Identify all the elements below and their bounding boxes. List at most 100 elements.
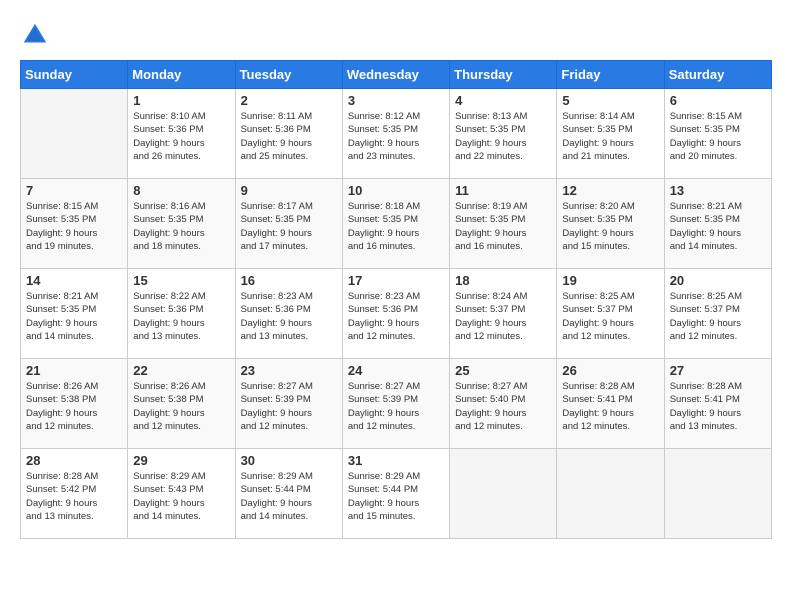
calendar-cell: 26 Sunrise: 8:28 AM Sunset: 5:41 PM Dayli… [557,359,664,449]
day-number: 25 [455,363,551,378]
calendar-cell: 24 Sunrise: 8:27 AM Sunset: 5:39 PM Dayli… [342,359,449,449]
calendar-cell: 25 Sunrise: 8:27 AM Sunset: 5:40 PM Dayli… [450,359,557,449]
day-number: 16 [241,273,337,288]
day-number: 7 [26,183,122,198]
day-info: Sunrise: 8:25 AM Sunset: 5:37 PM Dayligh… [562,290,658,343]
day-info: Sunrise: 8:18 AM Sunset: 5:35 PM Dayligh… [348,200,444,253]
day-number: 14 [26,273,122,288]
day-info: Sunrise: 8:22 AM Sunset: 5:36 PM Dayligh… [133,290,229,343]
day-info: Sunrise: 8:28 AM Sunset: 5:41 PM Dayligh… [562,380,658,433]
day-number: 12 [562,183,658,198]
day-info: Sunrise: 8:15 AM Sunset: 5:35 PM Dayligh… [26,200,122,253]
day-info: Sunrise: 8:27 AM Sunset: 5:39 PM Dayligh… [241,380,337,433]
calendar-week-row: 7 Sunrise: 8:15 AM Sunset: 5:35 PM Daylig… [21,179,772,269]
calendar-cell: 21 Sunrise: 8:26 AM Sunset: 5:38 PM Dayli… [21,359,128,449]
calendar: SundayMondayTuesdayWednesdayThursdayFrid… [20,60,772,539]
day-number: 23 [241,363,337,378]
calendar-cell: 7 Sunrise: 8:15 AM Sunset: 5:35 PM Daylig… [21,179,128,269]
day-info: Sunrise: 8:25 AM Sunset: 5:37 PM Dayligh… [670,290,766,343]
calendar-cell [557,449,664,539]
calendar-cell: 30 Sunrise: 8:29 AM Sunset: 5:44 PM Dayli… [235,449,342,539]
weekday-header: Wednesday [342,61,449,89]
day-info: Sunrise: 8:26 AM Sunset: 5:38 PM Dayligh… [133,380,229,433]
calendar-cell: 31 Sunrise: 8:29 AM Sunset: 5:44 PM Dayli… [342,449,449,539]
day-number: 17 [348,273,444,288]
day-info: Sunrise: 8:13 AM Sunset: 5:35 PM Dayligh… [455,110,551,163]
day-number: 24 [348,363,444,378]
calendar-cell [21,89,128,179]
day-number: 22 [133,363,229,378]
day-info: Sunrise: 8:29 AM Sunset: 5:44 PM Dayligh… [241,470,337,523]
calendar-week-row: 1 Sunrise: 8:10 AM Sunset: 5:36 PM Daylig… [21,89,772,179]
calendar-cell: 10 Sunrise: 8:18 AM Sunset: 5:35 PM Dayli… [342,179,449,269]
day-info: Sunrise: 8:24 AM Sunset: 5:37 PM Dayligh… [455,290,551,343]
calendar-cell: 20 Sunrise: 8:25 AM Sunset: 5:37 PM Dayli… [664,269,771,359]
day-number: 5 [562,93,658,108]
calendar-cell: 17 Sunrise: 8:23 AM Sunset: 5:36 PM Dayli… [342,269,449,359]
weekday-header: Thursday [450,61,557,89]
weekday-header: Sunday [21,61,128,89]
calendar-cell: 27 Sunrise: 8:28 AM Sunset: 5:41 PM Dayli… [664,359,771,449]
day-number: 30 [241,453,337,468]
day-info: Sunrise: 8:29 AM Sunset: 5:43 PM Dayligh… [133,470,229,523]
day-info: Sunrise: 8:12 AM Sunset: 5:35 PM Dayligh… [348,110,444,163]
day-info: Sunrise: 8:23 AM Sunset: 5:36 PM Dayligh… [241,290,337,343]
day-info: Sunrise: 8:17 AM Sunset: 5:35 PM Dayligh… [241,200,337,253]
day-info: Sunrise: 8:27 AM Sunset: 5:39 PM Dayligh… [348,380,444,433]
calendar-cell: 28Sunrise: 8:28 AM Sunset: 5:42 PM Dayli… [21,449,128,539]
weekday-header: Friday [557,61,664,89]
calendar-cell: 23 Sunrise: 8:27 AM Sunset: 5:39 PM Dayli… [235,359,342,449]
day-number: 26 [562,363,658,378]
day-number: 9 [241,183,337,198]
calendar-cell: 11Sunrise: 8:19 AM Sunset: 5:35 PM Dayli… [450,179,557,269]
day-number: 21 [26,363,122,378]
day-info: Sunrise: 8:20 AM Sunset: 5:35 PM Dayligh… [562,200,658,253]
day-number: 1 [133,93,229,108]
calendar-cell: 8Sunrise: 8:16 AM Sunset: 5:35 PM Daylig… [128,179,235,269]
day-info: Sunrise: 8:26 AM Sunset: 5:38 PM Dayligh… [26,380,122,433]
calendar-cell: 22 Sunrise: 8:26 AM Sunset: 5:38 PM Dayli… [128,359,235,449]
calendar-cell: 18 Sunrise: 8:24 AM Sunset: 5:37 PM Dayli… [450,269,557,359]
calendar-cell: 29 Sunrise: 8:29 AM Sunset: 5:43 PM Dayli… [128,449,235,539]
day-number: 29 [133,453,229,468]
day-number: 10 [348,183,444,198]
day-info: Sunrise: 8:21 AM Sunset: 5:35 PM Dayligh… [670,200,766,253]
calendar-cell: 4 Sunrise: 8:13 AM Sunset: 5:35 PM Daylig… [450,89,557,179]
weekday-header: Tuesday [235,61,342,89]
day-info: Sunrise: 8:16 AM Sunset: 5:35 PM Dayligh… [133,200,229,253]
calendar-cell: 6Sunrise: 8:15 AM Sunset: 5:35 PM Daylig… [664,89,771,179]
day-info: Sunrise: 8:10 AM Sunset: 5:36 PM Dayligh… [133,110,229,163]
weekday-header: Monday [128,61,235,89]
day-number: 3 [348,93,444,108]
calendar-week-row: 28Sunrise: 8:28 AM Sunset: 5:42 PM Dayli… [21,449,772,539]
day-number: 4 [455,93,551,108]
day-number: 15 [133,273,229,288]
weekday-header: Saturday [664,61,771,89]
day-number: 2 [241,93,337,108]
calendar-cell: 5Sunrise: 8:14 AM Sunset: 5:35 PM Daylig… [557,89,664,179]
day-info: Sunrise: 8:19 AM Sunset: 5:35 PM Dayligh… [455,200,551,253]
calendar-cell: 14Sunrise: 8:21 AM Sunset: 5:35 PM Dayli… [21,269,128,359]
day-number: 31 [348,453,444,468]
day-info: Sunrise: 8:29 AM Sunset: 5:44 PM Dayligh… [348,470,444,523]
day-info: Sunrise: 8:27 AM Sunset: 5:40 PM Dayligh… [455,380,551,433]
day-number: 13 [670,183,766,198]
calendar-cell: 1 Sunrise: 8:10 AM Sunset: 5:36 PM Daylig… [128,89,235,179]
day-number: 20 [670,273,766,288]
header [20,20,772,50]
day-info: Sunrise: 8:11 AM Sunset: 5:36 PM Dayligh… [241,110,337,163]
calendar-cell: 16 Sunrise: 8:23 AM Sunset: 5:36 PM Dayli… [235,269,342,359]
day-number: 27 [670,363,766,378]
day-number: 18 [455,273,551,288]
calendar-cell: 13 Sunrise: 8:21 AM Sunset: 5:35 PM Dayli… [664,179,771,269]
day-number: 6 [670,93,766,108]
day-info: Sunrise: 8:23 AM Sunset: 5:36 PM Dayligh… [348,290,444,343]
calendar-cell: 2 Sunrise: 8:11 AM Sunset: 5:36 PM Daylig… [235,89,342,179]
day-number: 28 [26,453,122,468]
logo [20,20,54,50]
day-number: 19 [562,273,658,288]
day-info: Sunrise: 8:28 AM Sunset: 5:41 PM Dayligh… [670,380,766,433]
calendar-cell [664,449,771,539]
calendar-cell: 15 Sunrise: 8:22 AM Sunset: 5:36 PM Dayli… [128,269,235,359]
calendar-week-row: 21 Sunrise: 8:26 AM Sunset: 5:38 PM Dayli… [21,359,772,449]
